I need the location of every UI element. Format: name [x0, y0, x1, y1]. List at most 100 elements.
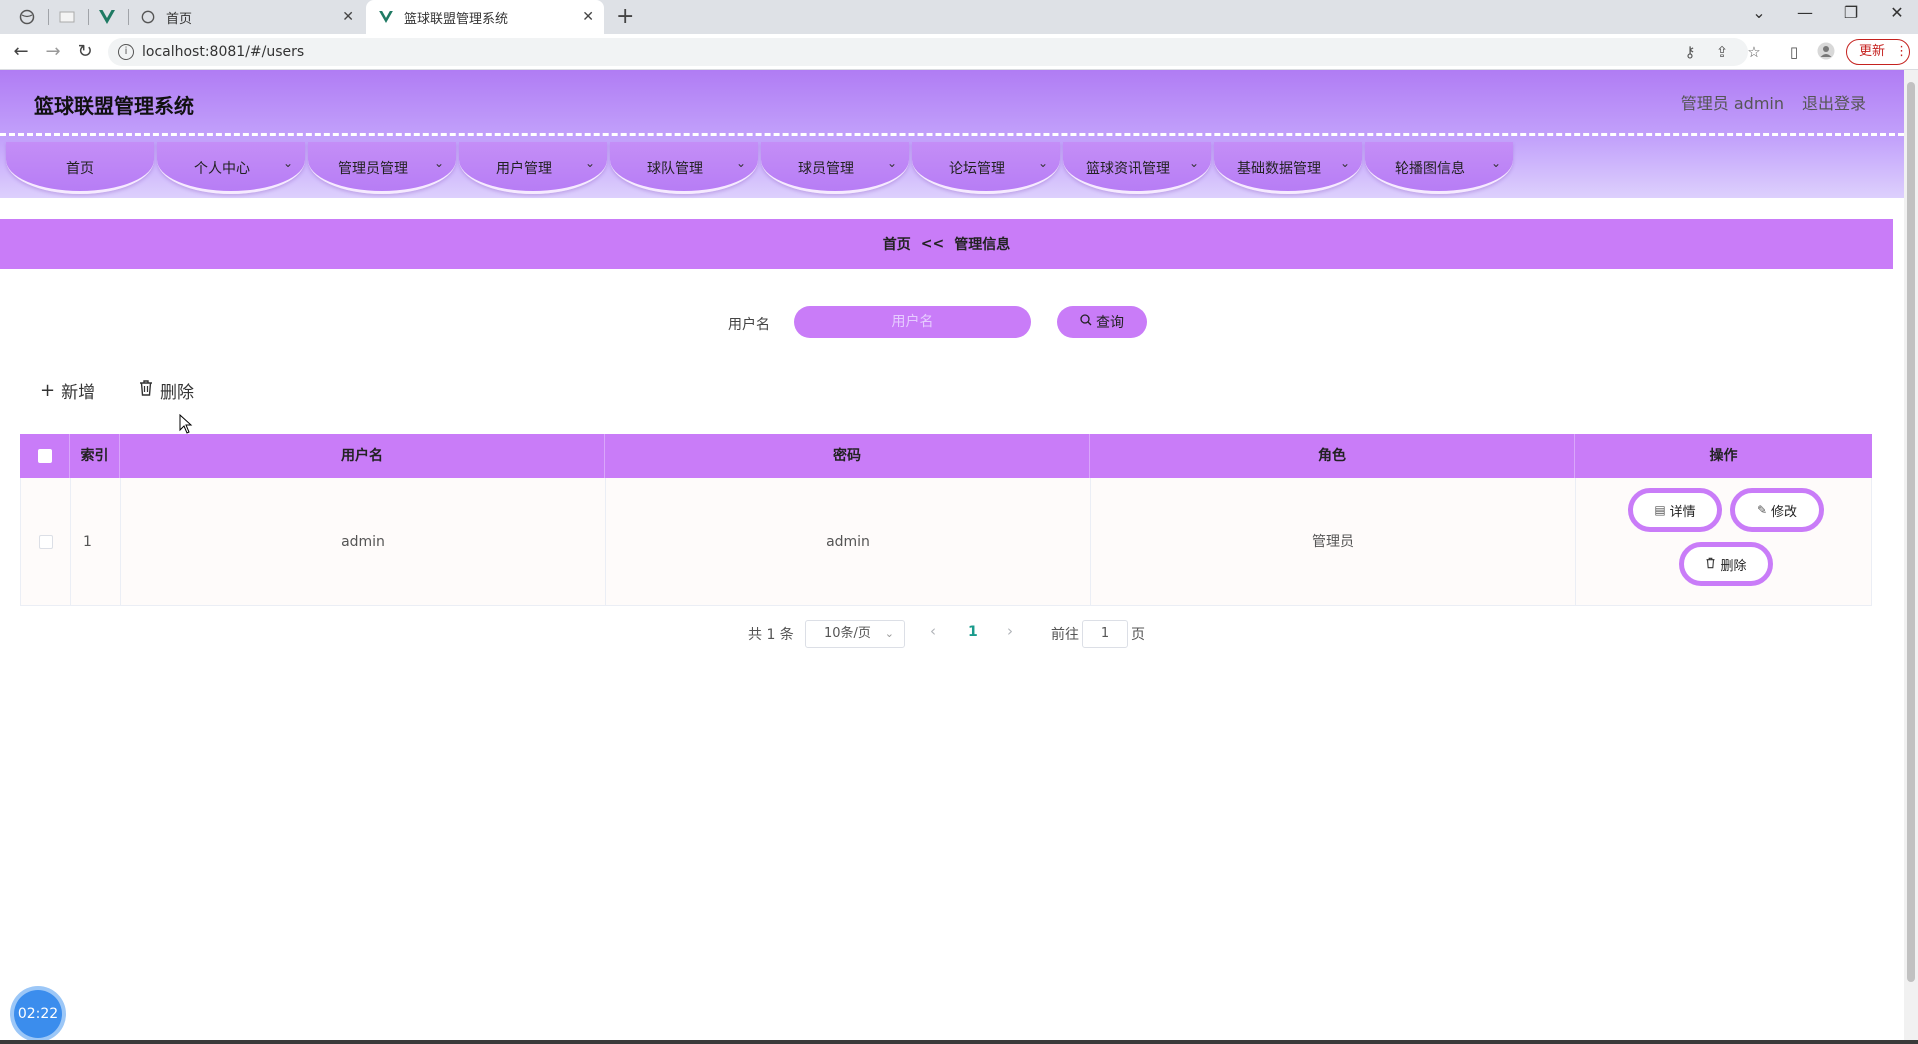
pencil-icon: ✎: [1756, 503, 1768, 517]
globe-icon: [140, 9, 156, 25]
header-role: 角色: [1090, 434, 1575, 478]
browser-toolbar: ← → ↻ i localhost:8081/#/users ⚷ ⇪ ☆ ▯ 更…: [0, 34, 1918, 70]
side-panel-icon[interactable]: ▯: [1784, 42, 1804, 62]
search-username-label: 用户名: [728, 317, 770, 333]
search-icon: [1080, 314, 1092, 330]
browser-tab-bar: 首页 ✕ 篮球联盟管理系统 ✕ + ⌄ — ❐ ✕: [0, 0, 1918, 34]
address-bar[interactable]: i localhost:8081/#/users: [108, 38, 1748, 66]
taskbar-edge: [0, 1040, 1918, 1044]
more-menu-icon: ⋮: [1895, 44, 1909, 59]
menu-item-team-management[interactable]: 球队管理 ⌄: [610, 142, 758, 194]
detail-button[interactable]: ▤ 详情: [1628, 488, 1722, 532]
select-all-checkbox[interactable]: [37, 449, 52, 463]
chevron-down-icon: ⌄: [282, 156, 293, 170]
chevron-down-icon: ⌄: [584, 156, 595, 170]
menu-item-basic-data-management[interactable]: 基础数据管理 ⌄: [1214, 142, 1362, 194]
page-scrollbar[interactable]: [1904, 70, 1918, 1044]
minimize-icon[interactable]: —: [1790, 3, 1820, 22]
tab-search-chevron-icon[interactable]: ⌄: [1744, 3, 1774, 22]
url-text: localhost:8081/#/users: [142, 44, 305, 60]
pinned-tab-vue-icon[interactable]: [96, 6, 118, 28]
chevron-down-icon: ⌄: [1339, 156, 1350, 170]
table-row: 1 admin admin 管理员 ▤ 详情 ✎ 修改 删除: [20, 478, 1872, 606]
new-tab-plus-icon[interactable]: +: [616, 4, 634, 29]
row-checkbox[interactable]: [38, 535, 53, 549]
tab-title: 篮球联盟管理系统: [404, 11, 509, 27]
menu-item-forum-management[interactable]: 论坛管理 ⌄: [912, 142, 1060, 194]
breadcrumb-home[interactable]: 首页: [883, 234, 911, 254]
mouse-cursor-icon: [179, 414, 193, 434]
chevron-down-icon: ⌄: [1490, 156, 1501, 170]
floating-clock[interactable]: 02:22: [14, 990, 62, 1038]
chevron-down-icon: ⌄: [433, 156, 444, 170]
window-close-icon[interactable]: ✕: [1882, 3, 1912, 22]
breadcrumb-current: 管理信息: [954, 237, 1011, 253]
menu-item-news-management[interactable]: 篮球资讯管理 ⌄: [1063, 142, 1211, 194]
chevron-down-icon: ⌄: [884, 627, 894, 640]
share-icon[interactable]: ⇪: [1712, 42, 1732, 62]
cell-role: 管理员: [1091, 478, 1576, 606]
search-button[interactable]: 查询: [1057, 306, 1147, 338]
header-actions: 操作: [1709, 448, 1738, 464]
menu-item-user-management[interactable]: 用户管理 ⌄: [459, 142, 607, 194]
restore-icon[interactable]: ❐: [1836, 3, 1866, 22]
reload-icon[interactable]: ↻: [74, 41, 96, 63]
browser-update-button[interactable]: 更新 ⋮: [1846, 39, 1910, 65]
chevron-down-icon: ⌄: [735, 156, 746, 170]
page-number-current[interactable]: 1: [968, 624, 978, 640]
search-username-input[interactable]: [794, 306, 1031, 338]
menu-item-personal-center[interactable]: 个人中心 ⌄: [157, 142, 305, 194]
profile-avatar-icon[interactable]: [1816, 42, 1836, 62]
page-size-select[interactable]: 10条/页 ⌄: [805, 620, 905, 648]
plus-icon: +: [40, 380, 56, 401]
next-page-icon[interactable]: ›: [1007, 622, 1013, 640]
logout-link[interactable]: 退出登录: [1802, 90, 1866, 114]
chevron-down-icon: ⌄: [1037, 156, 1048, 170]
add-button[interactable]: + 新增: [40, 378, 95, 403]
vue-icon: [378, 9, 394, 25]
site-info-icon[interactable]: i: [118, 44, 134, 60]
close-icon[interactable]: ✕: [582, 9, 594, 25]
pagination-total: 共 1 条: [748, 627, 794, 643]
bookmark-star-icon[interactable]: ☆: [1744, 42, 1764, 62]
header-password: 密码: [605, 434, 1090, 478]
app-header: 篮球联盟管理系统 管理员 admin 退出登录 首页 个人中心 ⌄ 管理员管理 ⌄ …: [0, 70, 1904, 198]
key-icon[interactable]: ⚷: [1680, 42, 1700, 62]
prev-page-icon[interactable]: ‹: [930, 622, 936, 640]
forward-arrow-icon[interactable]: →: [42, 41, 64, 63]
chevron-down-icon: ⌄: [1188, 156, 1199, 170]
tab-home[interactable]: 首页 ✕: [128, 0, 364, 34]
header-index: 索引: [70, 434, 120, 478]
edit-button[interactable]: ✎ 修改: [1730, 488, 1824, 532]
page-suffix: 页: [1131, 627, 1145, 643]
row-delete-button[interactable]: 删除: [1679, 542, 1773, 586]
tab-active-app[interactable]: 篮球联盟管理系统 ✕: [366, 0, 604, 34]
breadcrumb: 首页 << 管理信息: [0, 219, 1893, 269]
row-select-cell: [21, 478, 71, 606]
menu-item-home[interactable]: 首页: [6, 142, 154, 194]
menu-item-carousel-info[interactable]: 轮播图信息 ⌄: [1365, 142, 1513, 194]
document-icon: ▤: [1654, 503, 1666, 517]
trash-icon: [138, 379, 154, 402]
goto-page-input[interactable]: 1: [1082, 620, 1128, 648]
cell-actions: ▤ 详情 ✎ 修改 删除: [1576, 478, 1873, 606]
chevron-down-icon: ⌄: [886, 156, 897, 170]
header-dashed-divider: [0, 133, 1904, 136]
cell-index: 1: [71, 478, 121, 606]
menu-item-player-management[interactable]: 球员管理 ⌄: [761, 142, 909, 194]
bulk-delete-button[interactable]: 删除: [138, 378, 194, 403]
menu-item-admin-management[interactable]: 管理员管理 ⌄: [308, 142, 456, 194]
current-user: 管理员 admin: [1680, 94, 1784, 113]
cell-password: admin: [606, 478, 1091, 606]
close-icon[interactable]: ✕: [342, 9, 354, 25]
header-username: 用户名: [120, 434, 605, 478]
header-select-all-cell: [20, 434, 70, 478]
back-arrow-icon[interactable]: ←: [10, 41, 32, 63]
breadcrumb-separator: <<: [920, 236, 945, 252]
pinned-tab-page-icon[interactable]: [56, 6, 78, 28]
tab-title: 首页: [166, 11, 193, 27]
goto-label: 前往: [1051, 627, 1079, 643]
pinned-tab-globe-icon[interactable]: [16, 6, 38, 28]
cell-username: admin: [121, 478, 606, 606]
table-header: 索引 用户名 密码 角色 操作: [20, 434, 1872, 478]
